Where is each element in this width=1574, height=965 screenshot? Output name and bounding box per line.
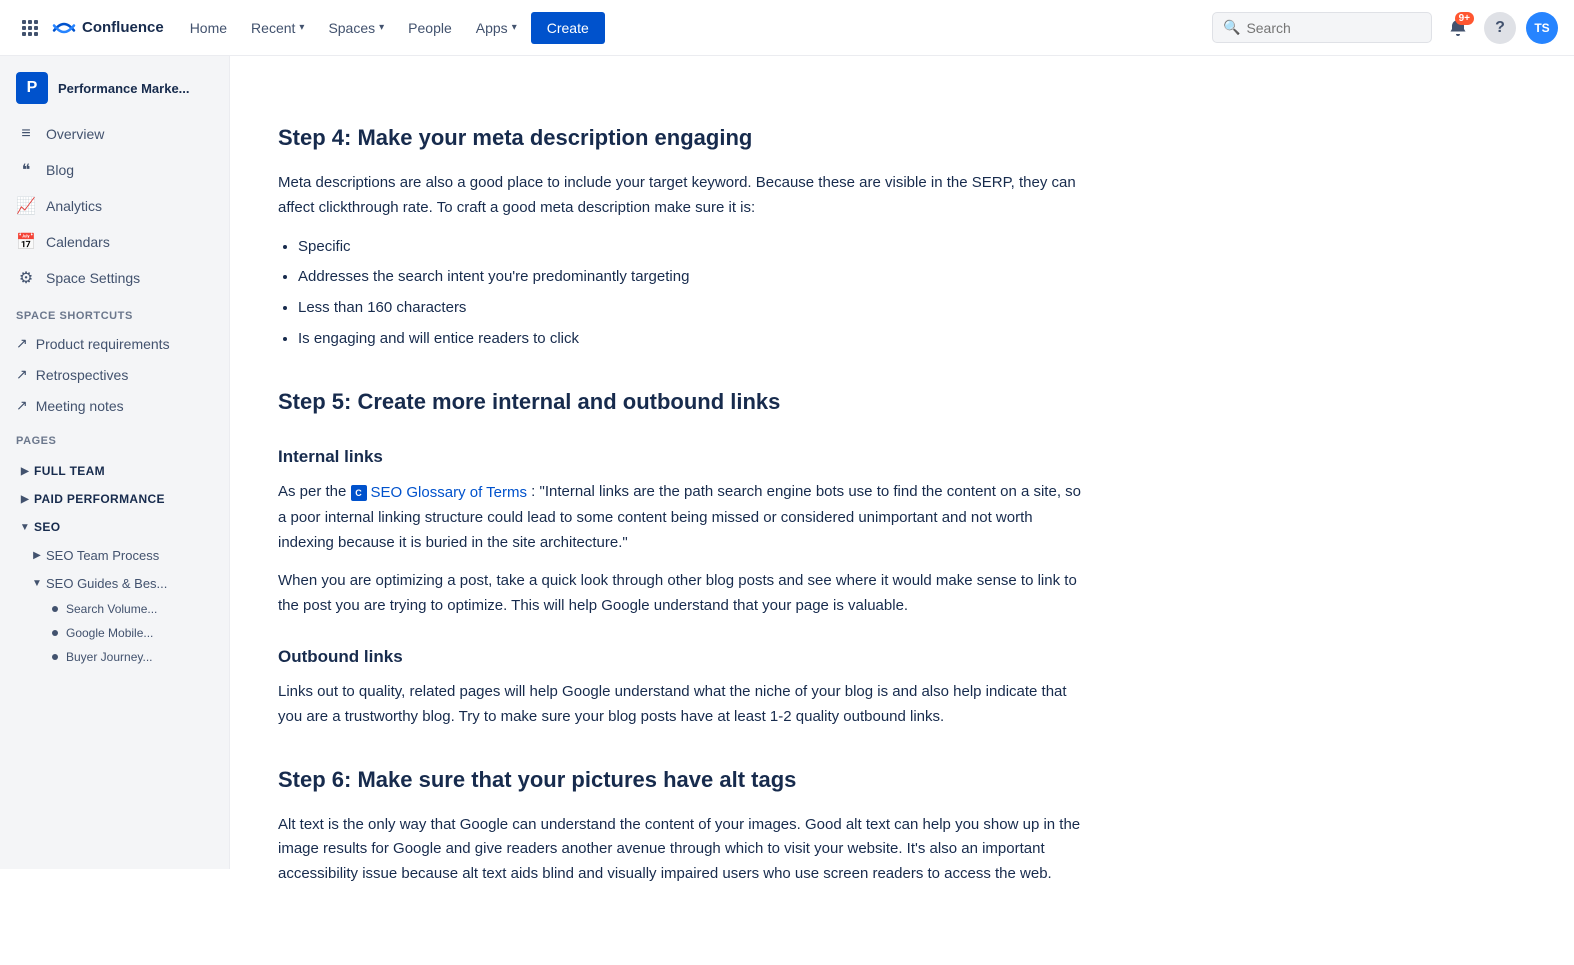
page-layout: P Performance Marke... ≡ Overview ❝ Blog…: [0, 56, 1574, 965]
bullet-icon: [52, 654, 58, 660]
section-heading-step5: Step 5: Create more internal and outboun…: [278, 384, 1082, 419]
internal-links-p: As per the C SEO Glossary of Terms : "In…: [278, 480, 1082, 555]
overview-icon: ≡: [16, 124, 36, 144]
blog-icon: ❝: [16, 160, 36, 180]
step4-intro: Meta descriptions are also a good place …: [278, 171, 1082, 221]
sidebar-item-calendars[interactable]: 📅 Calendars: [0, 224, 229, 260]
sidebar-item-overview[interactable]: ≡ Overview: [0, 116, 229, 152]
confluence-page-icon: C: [351, 485, 367, 501]
internal-links-prefix: As per the: [278, 483, 351, 500]
grid-icon[interactable]: [16, 14, 44, 42]
logo-text: Confluence: [82, 19, 164, 36]
pages-section-label: PAGES: [0, 421, 229, 453]
subsection-internal-links: Internal links: [278, 443, 1082, 470]
bullet-icon: [52, 630, 58, 636]
search-box[interactable]: 🔍: [1212, 12, 1432, 43]
search-icon: 🔍: [1223, 19, 1240, 36]
nav-people[interactable]: People: [398, 14, 462, 42]
nav-spaces[interactable]: Spaces ▾: [318, 14, 394, 42]
nav-home[interactable]: Home: [180, 14, 237, 42]
tree-item-search-volume[interactable]: Search Volume...: [0, 597, 229, 621]
list-item: Is engaging and will entice readers to c…: [298, 327, 1082, 352]
analytics-icon: 📈: [16, 196, 36, 216]
help-button[interactable]: ?: [1484, 12, 1516, 44]
section-heading-step6: Step 6: Make sure that your pictures hav…: [278, 762, 1082, 797]
notifications-button[interactable]: 9+: [1442, 12, 1474, 44]
notification-badge: 9+: [1455, 12, 1474, 25]
section-heading-step4: Step 4: Make your meta description engag…: [278, 120, 1082, 155]
avatar[interactable]: TS: [1526, 12, 1558, 44]
tree-item-seo[interactable]: ▼ SEO: [0, 513, 229, 541]
shortcut-product-requirements[interactable]: ↗ Product requirements: [0, 328, 229, 359]
nav-right-area: 🔍 9+ ? TS: [1212, 12, 1558, 44]
chevron-down-icon: ▼: [28, 574, 46, 592]
tree-item-google-mobile[interactable]: Google Mobile...: [0, 621, 229, 645]
shortcut-meeting-notes[interactable]: ↗ Meeting notes: [0, 390, 229, 421]
tree-item-seo-team-process[interactable]: ▶ SEO Team Process: [0, 541, 229, 569]
chevron-right-icon: ▶: [16, 462, 34, 480]
shortcut-retrospectives[interactable]: ↗ Retrospectives: [0, 359, 229, 390]
internal-links-p2: When you are optimizing a post, take a q…: [278, 569, 1082, 619]
list-item: Less than 160 characters: [298, 296, 1082, 321]
list-item: Specific: [298, 235, 1082, 260]
chevron-down-icon: ▾: [299, 22, 304, 33]
nav-apps[interactable]: Apps ▾: [466, 14, 527, 42]
main-content: Step 4: Make your meta description engag…: [230, 56, 1130, 965]
nav-recent[interactable]: Recent ▾: [241, 14, 314, 42]
sidebar-item-space-settings[interactable]: ⚙ Space Settings: [0, 260, 229, 296]
search-input[interactable]: [1246, 20, 1421, 36]
calendar-icon: 📅: [16, 232, 36, 252]
tree-item-buyer-journey[interactable]: Buyer Journey...: [0, 645, 229, 669]
external-link-icon: ↗: [16, 366, 28, 383]
chevron-down-icon: ▾: [512, 22, 517, 33]
tree-item-seo-guides[interactable]: ▼ SEO Guides & Bes...: [0, 569, 229, 597]
space-name: Performance Marke...: [58, 81, 190, 96]
space-icon: P: [16, 72, 48, 104]
step4-list: Specific Addresses the search intent you…: [298, 235, 1082, 352]
chevron-right-icon: ▶: [16, 490, 34, 508]
chevron-down-icon: ▼: [16, 518, 34, 536]
step6-p: Alt text is the only way that Google can…: [278, 813, 1082, 887]
outbound-links-p: Links out to quality, related pages will…: [278, 680, 1082, 730]
seo-glossary-link[interactable]: C SEO Glossary of Terms: [351, 481, 527, 506]
pages-tree: ▶ FULL TEAM ▶ PAID PERFORMANCE ▼ SEO ▶ S…: [0, 453, 229, 669]
confluence-logo[interactable]: Confluence: [52, 16, 164, 40]
top-navigation: Confluence Home Recent ▾ Spaces ▾ People…: [0, 0, 1574, 56]
settings-icon: ⚙: [16, 268, 36, 288]
chevron-down-icon: ▾: [379, 22, 384, 33]
bullet-icon: [52, 606, 58, 612]
tree-item-full-team[interactable]: ▶ FULL TEAM: [0, 457, 229, 485]
tree-item-paid-performance[interactable]: ▶ PAID PERFORMANCE: [0, 485, 229, 513]
sidebar-item-blog[interactable]: ❝ Blog: [0, 152, 229, 188]
external-link-icon: ↗: [16, 335, 28, 352]
sidebar-space-header[interactable]: P Performance Marke...: [0, 56, 229, 116]
page-body: Step 4: Make your meta description engag…: [278, 120, 1082, 887]
chevron-right-icon: ▶: [28, 546, 46, 564]
list-item: Addresses the search intent you're predo…: [298, 265, 1082, 290]
sidebar: P Performance Marke... ≡ Overview ❝ Blog…: [0, 56, 230, 869]
subsection-outbound-links: Outbound links: [278, 643, 1082, 670]
external-link-icon: ↗: [16, 397, 28, 414]
create-button[interactable]: Create: [531, 12, 605, 44]
sidebar-item-analytics[interactable]: 📈 Analytics: [0, 188, 229, 224]
shortcuts-section-label: SPACE SHORTCUTS: [0, 296, 229, 328]
nav-links: Home Recent ▾ Spaces ▾ People Apps ▾ Cre…: [180, 12, 1204, 44]
